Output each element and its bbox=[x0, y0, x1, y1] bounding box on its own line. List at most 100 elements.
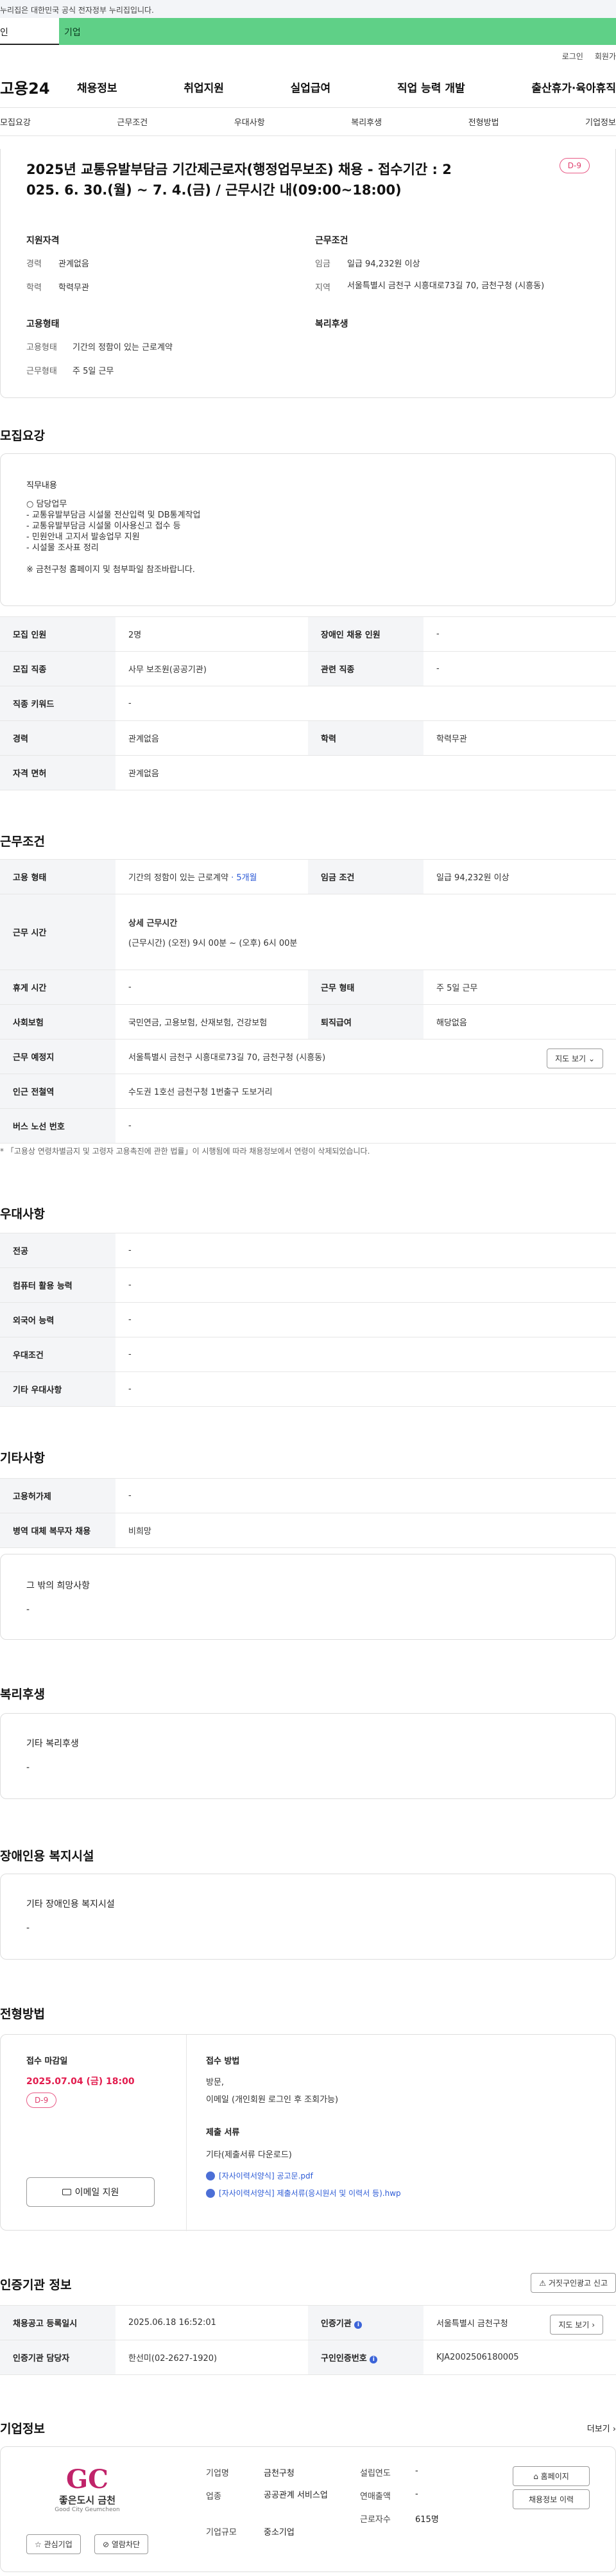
tab-pref[interactable]: 우대사항 bbox=[234, 116, 265, 128]
table-header: 기타 우대사항 bbox=[0, 1371, 116, 1407]
qual-edu-value: 학력무관 bbox=[58, 283, 89, 293]
homepage-button[interactable]: ⌂ 홈페이지 bbox=[513, 2466, 590, 2486]
chevron-down-icon: ⌄ bbox=[588, 1054, 595, 1063]
personal-tab[interactable]: 인 bbox=[0, 18, 59, 45]
field-value: 공공관계 서비스업 bbox=[264, 2491, 328, 2500]
table-header: 구인인증번호 i bbox=[308, 2340, 424, 2375]
join-link[interactable]: 회원가 bbox=[595, 51, 616, 62]
table-row: 휴게 시간 - 근무 형태 주 5일 근무 bbox=[0, 970, 616, 1005]
home-icon: ⌂ bbox=[533, 2472, 538, 2481]
duty-line bbox=[26, 553, 201, 564]
section-tabs: 모집요강 근무조건 우대사항 복리후생 전형방법 기업정보 bbox=[0, 108, 616, 136]
site-logo[interactable]: 고용24 bbox=[0, 76, 77, 98]
table-row: 사회보험 국민연금, 고용보험, 산재보험, 건강보험 퇴직급여 해당없음 bbox=[0, 1004, 616, 1040]
table-header: 장애인 채용 인원 bbox=[308, 616, 424, 652]
table-cell: - bbox=[116, 1337, 616, 1372]
table-cell: 서울특별시 금천구청 지도 보기 › bbox=[424, 2305, 616, 2340]
info-icon[interactable]: i bbox=[354, 2321, 363, 2329]
job-title-line1: 2025년 교통유발부담금 기간제근로자(행정업무보조) 채용 - 접수기간 :… bbox=[26, 162, 452, 177]
more-label: 더보기 bbox=[586, 2424, 610, 2434]
gnb-item-training[interactable]: 직업 능력 개발 bbox=[397, 79, 465, 95]
table-cell: KJA2002506180005 bbox=[424, 2340, 616, 2375]
gnb-item-support[interactable]: 취업지원 bbox=[184, 79, 224, 95]
tab-company[interactable]: 기업정보 bbox=[585, 116, 616, 128]
table-header: 컴퓨터 활용 능력 bbox=[0, 1267, 116, 1303]
company-logo-eng: Good City Geumcheon bbox=[55, 2507, 120, 2513]
table-cell: - bbox=[424, 616, 616, 652]
company-field: 기업규모 중소기업 bbox=[206, 2525, 360, 2545]
emp-form-value: 주 5일 근무 bbox=[73, 367, 114, 376]
table-cell: 서울특별시 금천구 시흥대로73길 70, 금천구청 (시흥동) 지도 보기 ⌄ bbox=[116, 1039, 616, 1074]
welfare-card: 기타 복리후생 - bbox=[0, 1713, 616, 1799]
company-more-link[interactable]: 더보기 › bbox=[587, 2422, 616, 2434]
chevron-right-icon: › bbox=[612, 2424, 616, 2434]
dday-badge: D-9 bbox=[559, 158, 590, 173]
qual-title: 지원자격 bbox=[26, 236, 60, 246]
job-history-button[interactable]: 채용정보 이력 bbox=[513, 2489, 590, 2509]
file-link[interactable]: [자사이력서양식] 제출서류(응시원서 및 이력서 등).hwp bbox=[206, 2188, 591, 2198]
email-apply-button[interactable]: 이메일 지원 bbox=[26, 2177, 155, 2207]
table-row: 병역 대체 복무자 채용 비희망 bbox=[0, 1513, 616, 1548]
login-link[interactable]: 로그인 bbox=[562, 51, 583, 62]
tab-recruit[interactable]: 모집요강 bbox=[0, 116, 31, 128]
gnb-item-benefits[interactable]: 실업급여 bbox=[291, 79, 331, 95]
tab-selection[interactable]: 전형방법 bbox=[468, 116, 499, 128]
summary-card: 2025년 교통유발부담금 기간제근로자(행정업무보조) 채용 - 접수기간 :… bbox=[0, 149, 616, 398]
etc-other-card: 그 밖의 희망사항 - bbox=[0, 1554, 616, 1640]
file-link[interactable]: [자사이력서양식] 공고문.pdf bbox=[206, 2170, 591, 2181]
interest-company-button[interactable]: ☆ 관심기업 bbox=[26, 2534, 81, 2554]
place-value: 서울특별시 금천구 시흥대로73길 70, 금천구청 (시흥동) bbox=[128, 1053, 326, 1063]
etc-table: 고용허가제 - 병역 대체 복무자 채용 비희망 bbox=[0, 1478, 616, 1548]
chevron-right-icon: › bbox=[592, 2320, 595, 2329]
table-header: 고용허가제 bbox=[0, 1478, 116, 1513]
block-view-button[interactable]: ⊘ 열람차단 bbox=[94, 2534, 149, 2554]
company-logo-name: 좋은도시 금천 bbox=[58, 2494, 116, 2506]
duty-line: - 시설물 조사표 정리 bbox=[26, 543, 99, 553]
table-header: 버스 노선 번호 bbox=[0, 1108, 116, 1144]
false-ad-report-button[interactable]: ⚠ 거짓구인광고 신고 bbox=[531, 2273, 616, 2293]
company-tab[interactable]: 기업 bbox=[59, 18, 616, 45]
info-icon[interactable]: i bbox=[370, 2356, 378, 2363]
table-row: 전공 - bbox=[0, 1233, 616, 1268]
table-header: 외국어 능력 bbox=[0, 1302, 116, 1337]
cert-map-button[interactable]: 지도 보기 › bbox=[550, 2315, 603, 2335]
company-card: GC 좋은도시 금천 Good City Geumcheon ☆ 관심기업 ⊘ … bbox=[0, 2446, 616, 2572]
etc-other-title: 그 밖의 희망사항 bbox=[26, 1581, 90, 1591]
emp-block: 고용형태 고용형태 기간의 정함이 있는 근로계약 근무형태 주 5일 근무 bbox=[26, 317, 296, 376]
selection-card: 접수 마감일 2025.07.04 (금) 18:00 D-9 이메일 지원 접… bbox=[0, 2034, 616, 2231]
table-row: 모집 직종 사무 보조원(공공기관) 관련 직종 - bbox=[0, 651, 616, 686]
emp-form: 근무형태 주 5일 근무 bbox=[26, 364, 296, 376]
table-header: 근무 시간 bbox=[0, 894, 116, 970]
qual-block: 지원자격 경력 관계없음 학력 학력무관 bbox=[26, 234, 296, 293]
disability-item-title: 기타 장애인용 복지시설 bbox=[26, 1899, 115, 1910]
field-value: 중소기업 bbox=[264, 2528, 295, 2537]
table-row: 인증기관 담당자 한선미(02-2627-1920) 구인인증번호 i KJA2… bbox=[0, 2340, 616, 2375]
section-recruit-title: 모집요강 bbox=[0, 429, 45, 443]
field-label: 기업명 bbox=[206, 2469, 229, 2478]
table-header: 사회보험 bbox=[0, 1004, 116, 1040]
gnb-item-leave[interactable]: 출산휴가·육아휴직 bbox=[531, 79, 616, 95]
table-cell: 상세 근무시간 (근무시간) (오전) 9시 00분 ~ (오후) 6시 00분 bbox=[116, 894, 616, 970]
table-header: 직종 키워드 bbox=[0, 686, 116, 721]
cond-wage-value: 일급 94,232원 이상 bbox=[347, 259, 420, 269]
map-button[interactable]: 지도 보기 ⌄ bbox=[547, 1049, 603, 1068]
cond-wage: 임금 일급 94,232원 이상 bbox=[315, 257, 597, 269]
table-row: 모집 인원 2명 장애인 채용 인원 - bbox=[0, 616, 616, 652]
welfare-item-value: - bbox=[26, 1762, 30, 1773]
table-cell: - bbox=[116, 686, 616, 721]
gnb-item-jobs[interactable]: 채용정보 bbox=[77, 79, 117, 95]
table-header: 퇴직급여 bbox=[308, 1004, 424, 1040]
gov-banner-text: 누리집은 대한민국 공식 전자정부 누리집입니다. bbox=[0, 6, 154, 15]
global-nav: 고용24 채용정보 취업지원 실업급여 직업 능력 개발 출산휴가·육아휴직 bbox=[0, 67, 616, 108]
table-cell: 해당없음 bbox=[424, 1004, 616, 1040]
table-header: 학력 bbox=[308, 720, 424, 756]
tab-welfare[interactable]: 복리후생 bbox=[351, 116, 382, 128]
etc-other-value: - bbox=[26, 1605, 30, 1615]
docs-title: 제출 서류 bbox=[206, 2128, 240, 2137]
company-fields-2: 설립연도 - 연매출액 - 근로자수 615명 bbox=[360, 2466, 488, 2532]
tab-work[interactable]: 근무조건 bbox=[117, 116, 148, 128]
deadline-title: 접수 마감일 bbox=[26, 2057, 68, 2066]
gnb-menu: 채용정보 취업지원 실업급여 직업 능력 개발 출산휴가·육아휴직 bbox=[77, 79, 616, 95]
field-value: 금천구청 bbox=[264, 2469, 295, 2478]
duty-line: - 교통유발부담금 시설물 이사용신고 접수 등 bbox=[26, 521, 181, 531]
